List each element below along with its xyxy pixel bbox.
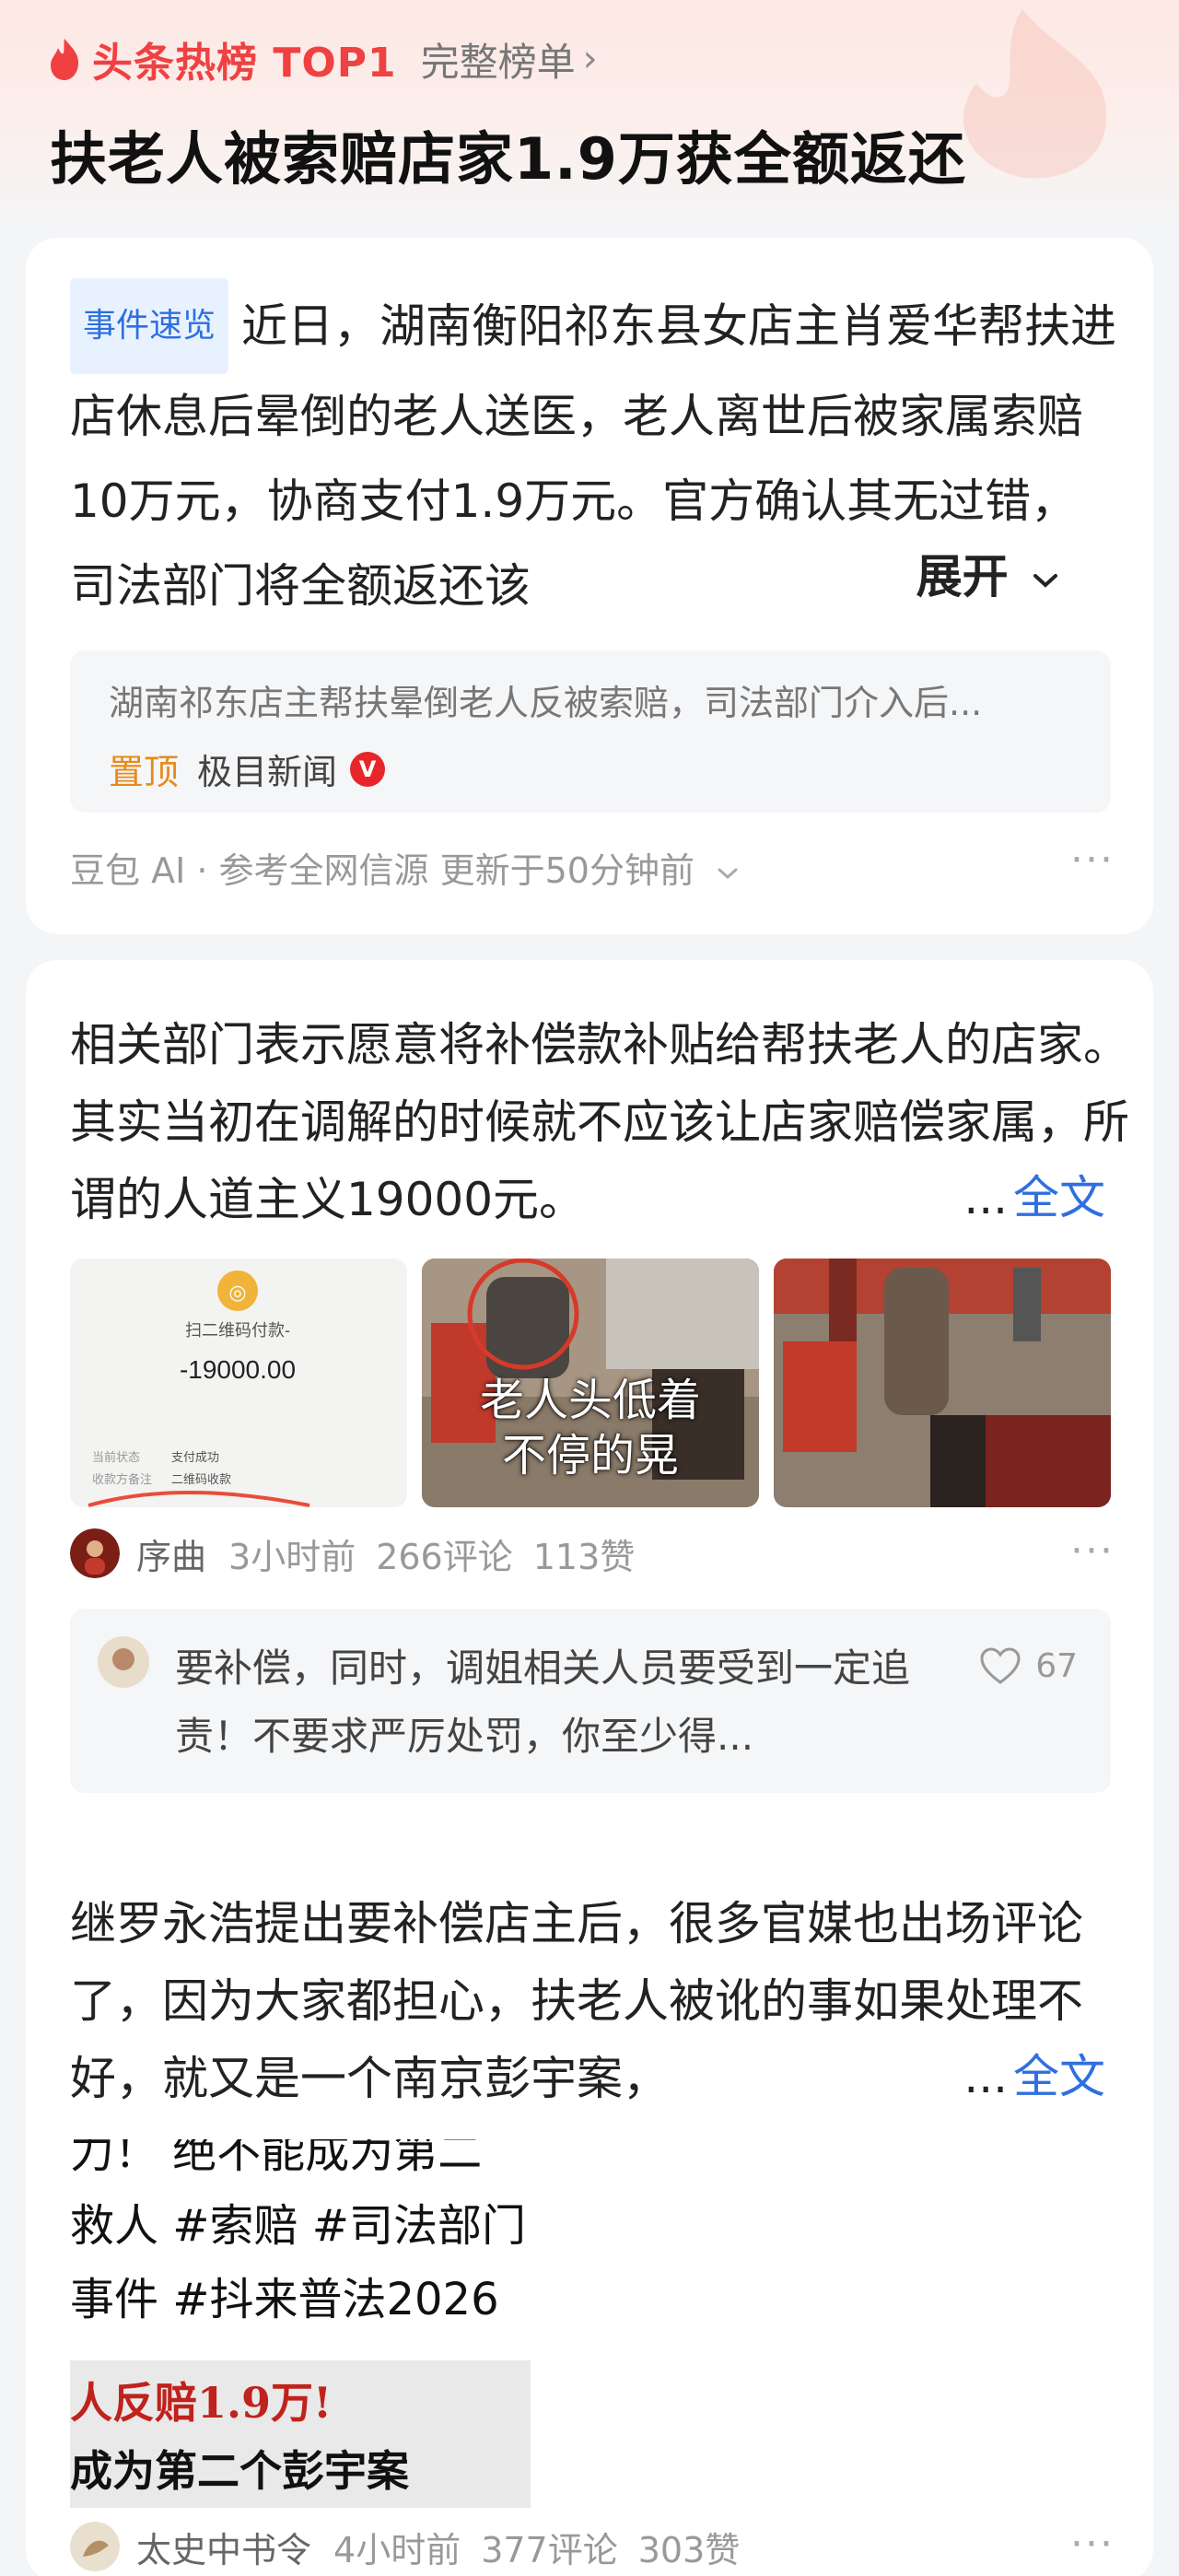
ai-source-line[interactable]: 豆包 AI · 参考全网信源 更新于50分钟前 — [70, 842, 741, 893]
banner-red-text: 人反赔1.9万! — [70, 2378, 333, 2428]
flame-icon — [51, 39, 79, 80]
cctv-image-2[interactable] — [774, 1259, 1111, 1507]
comment-like-count: 67 — [1035, 1646, 1078, 1685]
verified-icon: V — [350, 751, 386, 787]
expand-label: 展开 — [916, 550, 1009, 603]
chevron-down-icon — [1033, 573, 1057, 588]
cctv-image[interactable]: 老人头低着 不停的晃 — [422, 1259, 759, 1507]
source-article[interactable]: 湖南祁东店主帮扶晕倒老人反被索赔，司法部门介入后... 置顶 极目新闻 V — [70, 650, 1111, 813]
fulltext-label: 全文 — [1013, 1171, 1105, 1224]
avatar[interactable] — [70, 2522, 120, 2571]
hot-list-bar[interactable]: 头条热榜 TOP1 完整榜单 › — [48, 31, 598, 87]
avatar — [98, 1636, 149, 1688]
payment-row1-value: 支付成功 — [171, 1451, 219, 1465]
author-name[interactable]: 序曲 — [136, 1528, 206, 1579]
video-screenshot-image[interactable]: 力！ 绝不能成为第二 救人 #索赔 #司法部门 事件 #抖来普法2026 人反赔… — [70, 2139, 586, 2508]
payment-row1-label: 当前状态 — [92, 1450, 140, 1465]
payment-amount: -19000.00 — [180, 1355, 296, 1384]
like-count[interactable]: 303赞 — [638, 2522, 741, 2572]
avatar[interactable] — [70, 1528, 120, 1578]
more-options-icon[interactable]: ··· — [1070, 837, 1115, 884]
expand-button[interactable]: 展开 — [897, 540, 1061, 606]
svg-text:◎: ◎ — [228, 1282, 246, 1305]
comment-count[interactable]: 266评论 — [376, 1528, 513, 1579]
posts-card: 相关部门表示愿意将补偿款补贴给帮扶老人的店家。 其实当初在调解的时候就不应该让店… — [26, 960, 1153, 2576]
chevron-down-icon — [718, 868, 738, 879]
ellipsis: ... — [963, 2050, 1008, 2103]
fulltext-label: 全文 — [1013, 2050, 1105, 2103]
post-time: 3小时前 — [228, 1536, 356, 1577]
post-meta: 序曲 3小时前 266评论 113赞 — [70, 1526, 655, 1581]
hot-rank-label: 头条热榜 TOP1 — [92, 40, 397, 87]
payment-title: 扫二维码付款- — [185, 1321, 290, 1340]
event-summary-card: 事件速览 近日，湖南衡阳祁东县女店主肖爱华帮扶进店休息后晕倒的老人送医，老人离世后… — [26, 238, 1153, 934]
source-title: 湖南祁东店主帮扶晕倒老人反被索赔，司法部门介入后... — [109, 683, 983, 723]
image-text-line2: 救人 #索赔 #司法部门 — [70, 2200, 526, 2252]
image-caption-line2: 不停的晃 — [501, 1430, 679, 1481]
comment-count[interactable]: 377评论 — [481, 2522, 618, 2572]
post-meta: 太史中书令 4小时前 377评论 303赞 — [70, 2519, 760, 2574]
fulltext-link[interactable]: ... 全文 — [941, 1161, 1105, 1227]
fulltext-link[interactable]: ... 全文 — [941, 2040, 1105, 2106]
more-options-icon[interactable]: ··· — [1070, 2521, 1115, 2568]
comment-text: 要补偿，同时，调姐相关人员要受到一定追责！不要求严厉处罚，你至少得... — [175, 1645, 911, 1759]
ellipsis: ... — [963, 1171, 1008, 1224]
heart-icon — [980, 1647, 1021, 1684]
pinned-badge: 置顶 — [109, 752, 180, 792]
top-comment[interactable]: 要补偿，同时，调姐相关人员要受到一定追责！不要求严厉处罚，你至少得... 67 — [70, 1609, 1111, 1793]
image-text-line1: 力！ 绝不能成为第二 — [70, 2139, 483, 2178]
full-list-link[interactable]: 完整榜单 — [421, 31, 576, 88]
image-text-line3: 事件 #抖来普法2026 — [70, 2274, 499, 2325]
like-count[interactable]: 113赞 — [533, 1528, 636, 1579]
payment-row2-label: 收款方备注 — [92, 1472, 152, 1487]
event-tag: 事件速览 — [70, 278, 229, 374]
chevron-right-icon: › — [582, 38, 598, 80]
more-options-icon[interactable]: ··· — [1070, 1528, 1115, 1575]
image-caption-line1: 老人头低着 — [479, 1375, 701, 1426]
post-time: 4小时前 — [333, 2529, 461, 2570]
ai-source-text: 豆包 AI · 参考全网信源 更新于50分钟前 — [70, 850, 695, 891]
page-title: 扶老人被索赔店家1.9万获全额返还 — [50, 125, 966, 193]
comment-like-button[interactable]: 67 — [978, 1645, 1078, 1686]
author-name[interactable]: 太史中书令 — [136, 2522, 311, 2572]
hot-header: 头条热榜 TOP1 完整榜单 › 扶老人被索赔店家1.9万获全额返还 — [0, 0, 1179, 230]
source-name: 极目新闻 — [197, 752, 338, 792]
banner-black-text: 成为第二个彭宇案 — [70, 2446, 409, 2496]
payment-row2-value: 二维码收款 — [171, 1473, 231, 1487]
payment-screenshot-image[interactable]: ◎ 扫二维码付款- -19000.00 当前状态 支付成功 收款方备注 二维码收… — [70, 1259, 407, 1507]
